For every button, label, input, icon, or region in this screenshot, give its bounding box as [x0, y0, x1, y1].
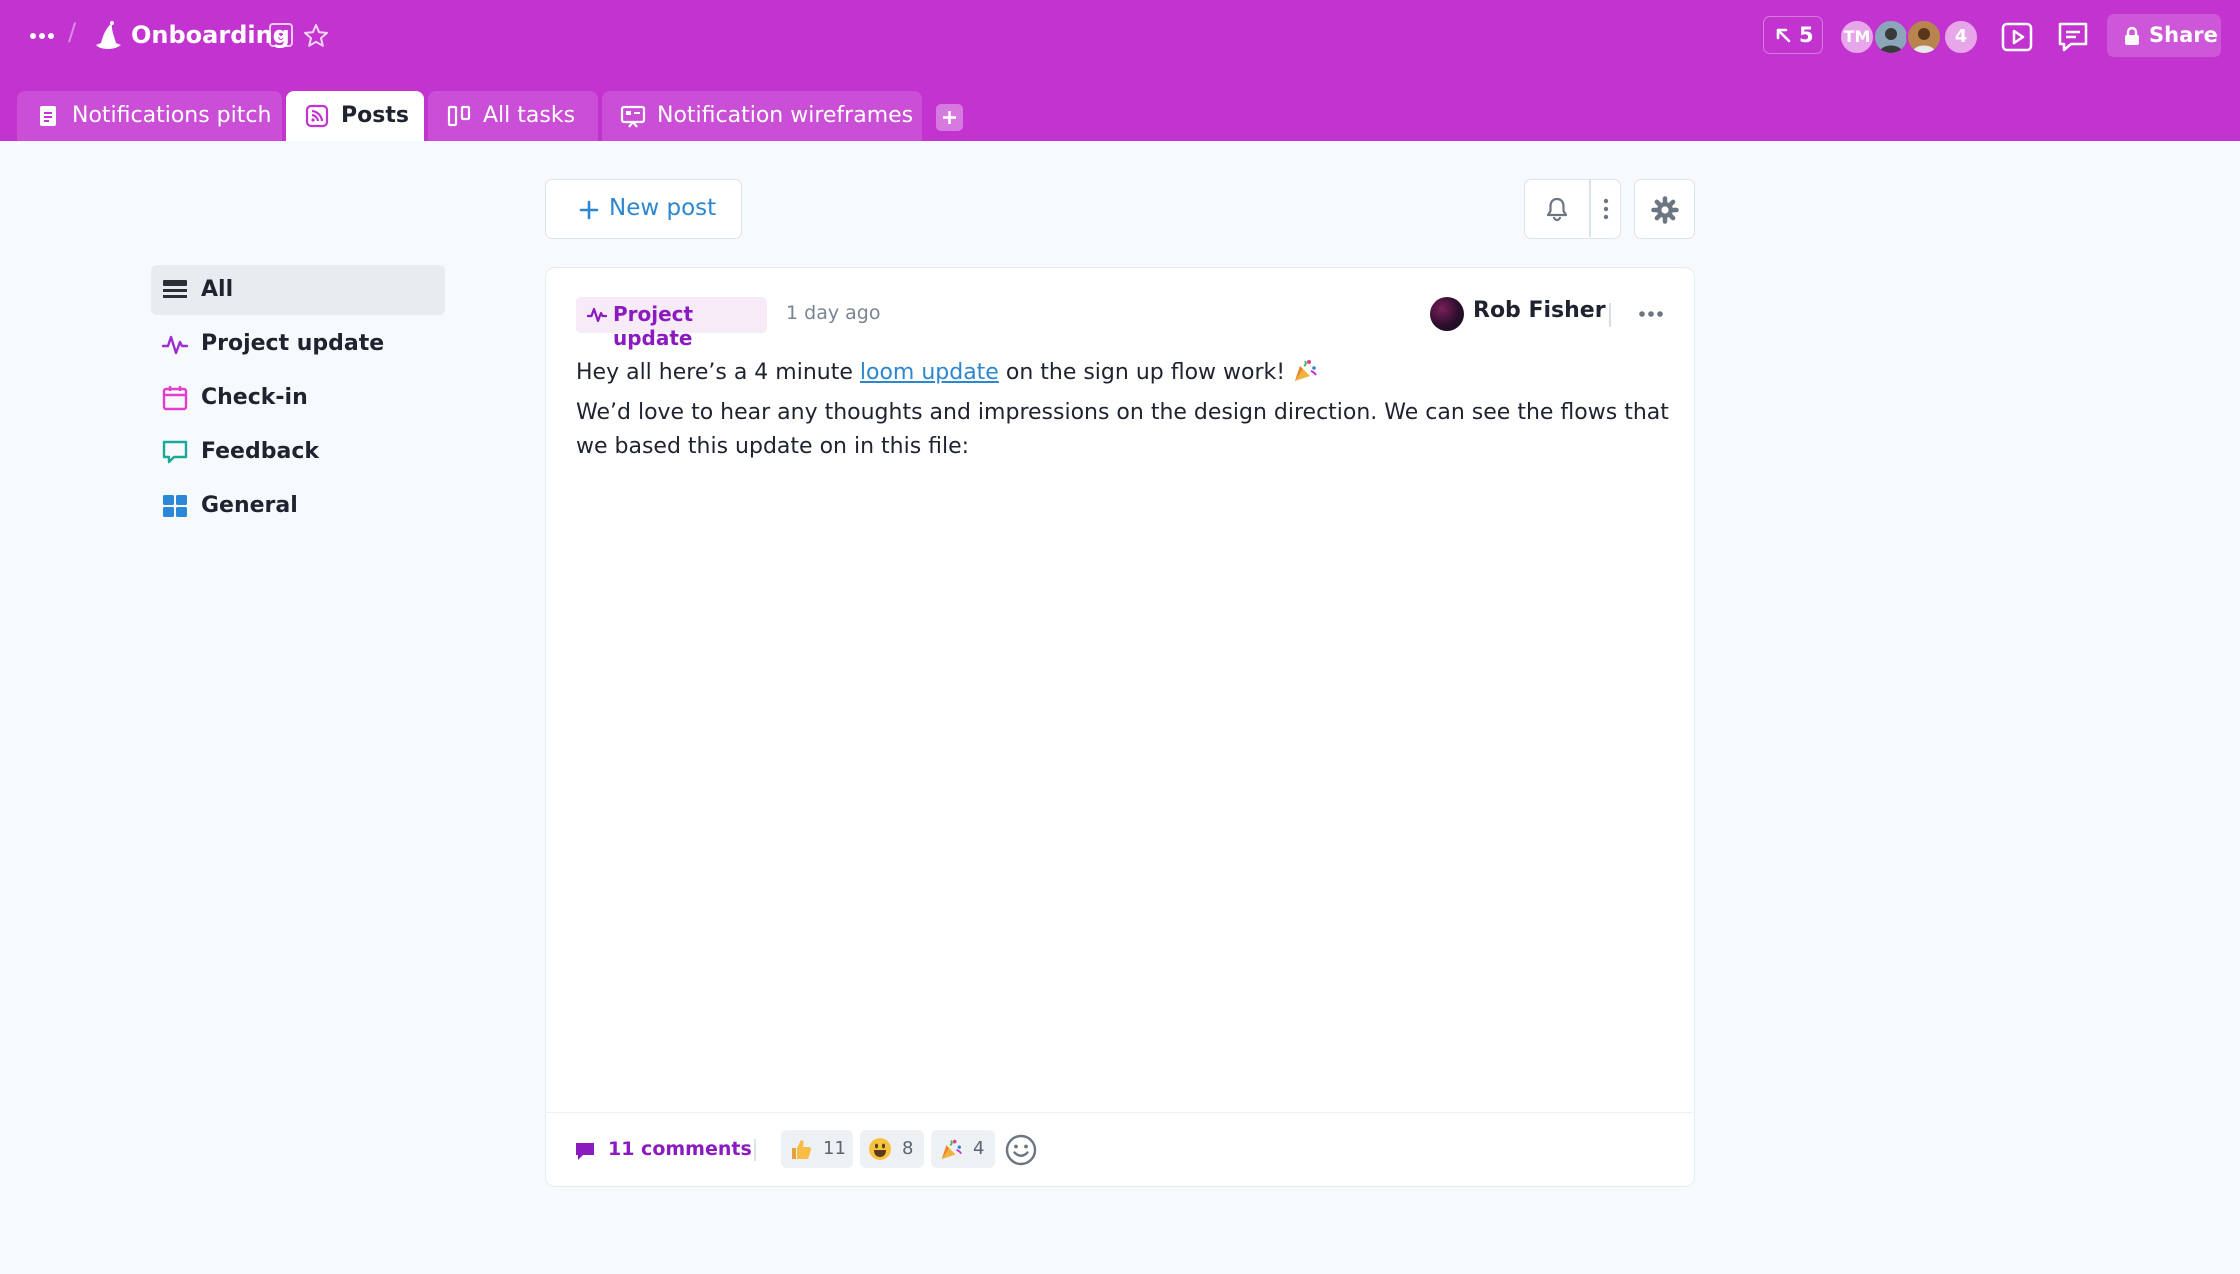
chevron-down-icon[interactable]: [269, 23, 293, 47]
sidebar-item-label: All: [201, 277, 234, 302]
avatar[interactable]: [1430, 297, 1464, 331]
reaction-count: 11: [823, 1138, 846, 1159]
comments-icon[interactable]: [2055, 19, 2091, 55]
grid-icon: [163, 495, 187, 517]
bell-icon[interactable]: [1525, 180, 1589, 237]
whiteboard-icon: [620, 105, 646, 128]
reaction-count: 4: [973, 1138, 985, 1159]
avatar[interactable]: [1873, 19, 1909, 55]
add-tab-button[interactable]: [936, 104, 963, 131]
post-paragraph: We’d love to hear any thoughts and impre…: [576, 400, 1669, 459]
reaction-thumbs-up[interactable]: 11: [781, 1130, 853, 1168]
reaction-smiley[interactable]: 8: [860, 1130, 924, 1168]
sidebar-item-project-update[interactable]: Project update: [151, 319, 445, 369]
present-icon[interactable]: [2000, 20, 2034, 54]
cursor-count: 5: [1799, 23, 1814, 47]
more-menu-icon[interactable]: [26, 24, 58, 48]
sidebar-item-general[interactable]: General: [151, 481, 445, 531]
more-avatars-badge[interactable]: 4: [1943, 19, 1979, 55]
cursor-arrow-icon: [1776, 28, 1791, 43]
divider: [1609, 303, 1611, 327]
top-bar: / Onboarding 5 TM 4 Share: [0, 0, 2240, 72]
thumbs-up-icon: [792, 1140, 812, 1159]
avatar[interactable]: TM: [1839, 19, 1875, 55]
share-label: Share: [2149, 23, 2218, 47]
tab-notification-wireframes[interactable]: Notification wireframes: [602, 91, 922, 141]
party-popper-icon: [1295, 360, 1317, 381]
post-text: on the sign up flow work!: [998, 360, 1293, 385]
tab-label: Notification wireframes: [657, 103, 914, 128]
new-post-label: New post: [609, 195, 717, 221]
post-body: Hey all here’s a 4 minute loom update on…: [576, 356, 1671, 464]
tab-all-tasks[interactable]: All tasks: [428, 91, 598, 141]
more-options-icon[interactable]: [1636, 304, 1666, 324]
tab-notifications-pitch[interactable]: Notifications pitch: [17, 91, 282, 141]
comment-icon: [576, 1143, 594, 1160]
star-icon[interactable]: [302, 22, 330, 50]
reaction-count: 8: [902, 1138, 914, 1159]
add-reaction-icon[interactable]: [1004, 1133, 1038, 1167]
breadcrumb-separator: /: [68, 18, 77, 46]
tab-posts[interactable]: Posts: [286, 91, 424, 141]
comment-icon: [162, 440, 188, 464]
kebab-menu-icon[interactable]: [1591, 180, 1621, 237]
sidebar-item-all[interactable]: All: [151, 265, 445, 315]
party-popper-icon: [941, 1139, 962, 1160]
gear-icon[interactable]: [1634, 179, 1695, 239]
sidebar-item-label: Feedback: [201, 439, 319, 464]
sidebar-item-check-in[interactable]: Check-in: [151, 373, 445, 423]
reaction-party-popper[interactable]: 4: [931, 1130, 995, 1168]
workspace-title[interactable]: Onboarding: [131, 19, 290, 51]
sidebar-item-label: Check-in: [201, 385, 308, 410]
post-card: Project update 1 day ago Rob Fisher Hey …: [545, 267, 1695, 1187]
plus-icon: [943, 111, 956, 124]
calendar-icon: [162, 386, 188, 411]
divider: [754, 1139, 756, 1161]
tab-label: Posts: [341, 103, 409, 128]
pulse-icon: [162, 335, 188, 355]
plus-icon: [579, 200, 599, 220]
tab-label: All tasks: [483, 103, 576, 128]
smiley-icon: [869, 1138, 891, 1160]
pulse-icon: [587, 307, 607, 323]
wizard-hat-icon: [90, 18, 126, 54]
new-post-button[interactable]: New post: [545, 179, 742, 239]
category-label: Project update: [613, 302, 694, 350]
comments-count: 11 comments: [608, 1138, 752, 1160]
avatar[interactable]: [1906, 19, 1942, 55]
sidebar-item-feedback[interactable]: Feedback: [151, 427, 445, 477]
board-icon: [447, 105, 471, 127]
lock-icon: [2125, 26, 2139, 45]
document-icon: [40, 106, 56, 126]
sidebar-item-label: Project update: [201, 331, 385, 356]
author-name[interactable]: Rob Fisher: [1473, 298, 1606, 323]
workspace-header: / Onboarding 5 TM 4 Share Notifications …: [0, 0, 2240, 141]
post-timestamp: 1 day ago: [786, 302, 881, 324]
notification-button-group: [1524, 179, 1621, 239]
post-footer: 11 comments 11 8 4: [546, 1112, 1693, 1186]
list-icon: [163, 280, 187, 298]
tab-label: Notifications pitch: [72, 103, 272, 128]
loom-update-link[interactable]: loom update: [860, 360, 999, 385]
sidebar-item-label: General: [201, 493, 298, 518]
share-button[interactable]: Share: [2107, 14, 2221, 57]
post-category-chip[interactable]: Project update: [576, 297, 767, 350]
cursor-count-button[interactable]: 5: [1763, 16, 1823, 54]
post-text: Hey all here’s a 4 minute: [576, 360, 860, 385]
post-paragraph: Hey all here’s a 4 minute loom update on…: [576, 356, 1671, 390]
rss-icon: [305, 104, 329, 128]
